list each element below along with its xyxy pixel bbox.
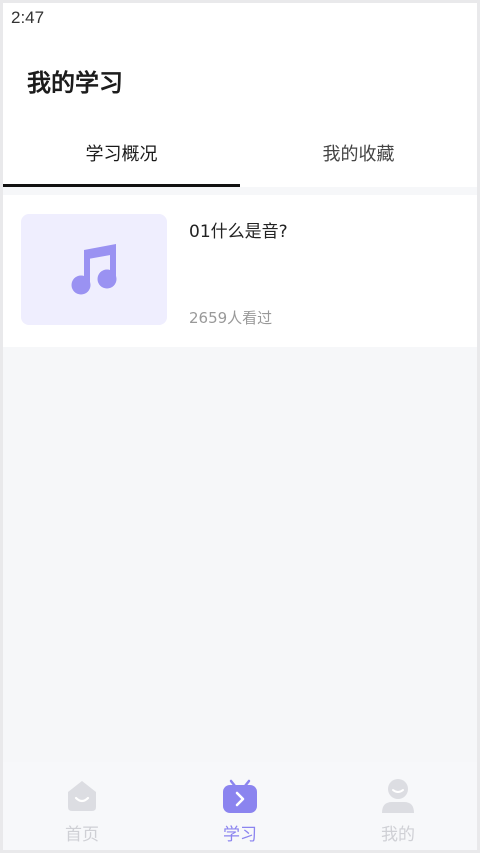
tab-label: 学习概况 — [85, 144, 158, 165]
status-bar: 2:47 — [3, 3, 477, 33]
nav-label-home: 首页 — [65, 825, 99, 845]
nav-label-study: 学习 — [223, 825, 257, 845]
nav-item-study[interactable]: 学习 — [161, 762, 319, 850]
app-screen: 2:47 我的学习 学习概况 我的收藏 01什么是音? 2659人看过 首页 学… — [3, 3, 477, 850]
tab-learning-overview[interactable]: 学习概况 — [3, 123, 240, 187]
course-title: 01什么是音? — [189, 222, 288, 242]
status-time: 2:47 — [11, 8, 45, 27]
page-title: 我的学习 — [27, 69, 123, 97]
nav-label-profile: 我的 — [381, 825, 415, 845]
course-card[interactable]: 01什么是音? 2659人看过 — [3, 195, 477, 347]
tab-bar: 学习概况 我的收藏 — [3, 123, 477, 187]
page-header: 我的学习 — [3, 33, 477, 123]
nav-item-profile[interactable]: 我的 — [319, 762, 477, 850]
bottom-nav: 首页 学习 我的 — [3, 762, 477, 850]
course-view-count: 2659人看过 — [189, 309, 273, 327]
music-note-icon — [71, 243, 117, 294]
nav-item-home[interactable]: 首页 — [3, 762, 161, 850]
tab-label: 我的收藏 — [322, 144, 395, 165]
study-icon — [223, 779, 257, 813]
active-tab-indicator — [3, 184, 240, 187]
tab-favorites[interactable]: 我的收藏 — [240, 123, 477, 187]
home-icon — [68, 781, 96, 811]
course-thumbnail — [21, 214, 167, 325]
profile-icon — [382, 779, 414, 813]
